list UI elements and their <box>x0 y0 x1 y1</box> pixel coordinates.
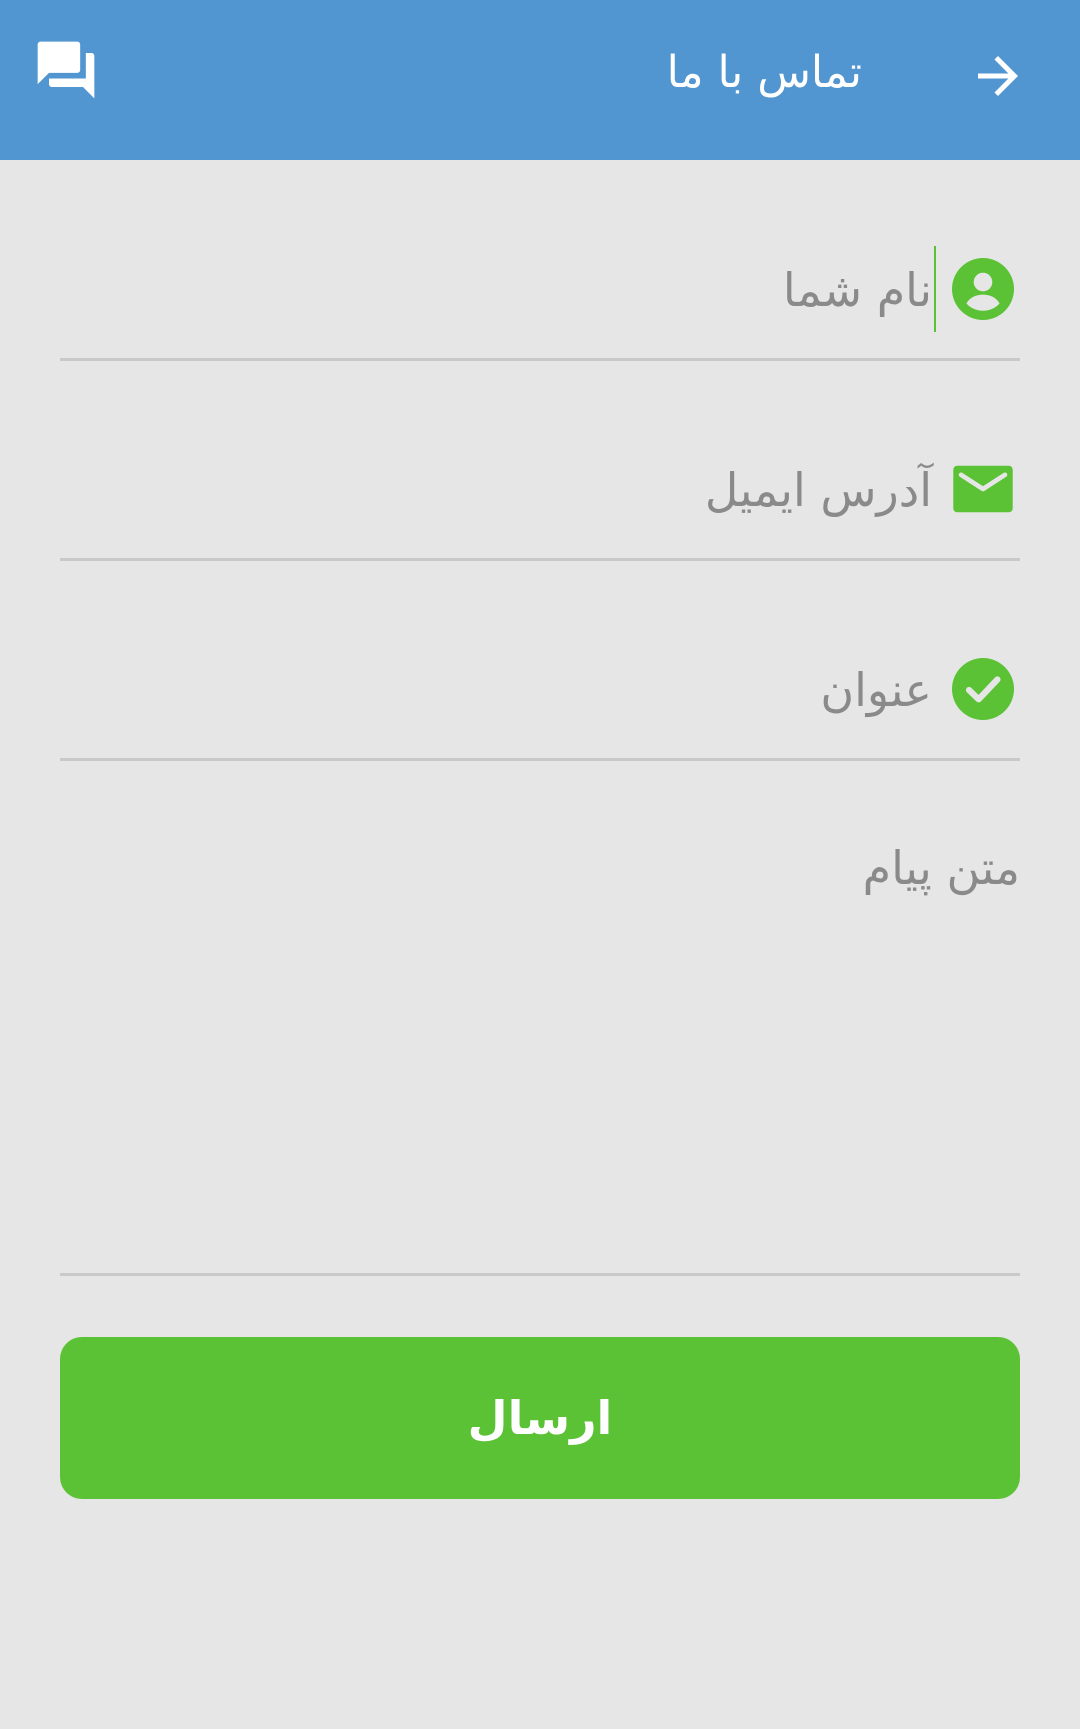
name-placeholder: نام شما <box>782 263 932 317</box>
submit-button[interactable]: ارسال <box>60 1337 1020 1499</box>
envelope-icon <box>953 465 1013 513</box>
check-circle-icon <box>952 658 1014 720</box>
back-button[interactable] <box>968 46 1028 106</box>
subject-placeholder: عنوان <box>820 663 932 717</box>
submit-label: ارسال <box>467 1391 613 1445</box>
text-cursor <box>934 246 936 332</box>
message-field[interactable]: متن پیام <box>60 820 1020 1276</box>
page-title: تماس با ما <box>666 47 862 98</box>
person-icon <box>952 258 1014 320</box>
chat-bubbles-icon <box>37 41 95 99</box>
app-bar: تماس با ما <box>0 0 1080 160</box>
arrow-right-icon <box>978 56 1018 96</box>
name-field[interactable]: نام شما <box>60 220 1020 361</box>
subject-field[interactable]: عنوان <box>60 620 1020 761</box>
email-field[interactable]: آدرس ایمیل <box>60 420 1020 561</box>
chat-button[interactable] <box>32 36 100 104</box>
message-placeholder: متن پیام <box>862 841 1020 895</box>
email-placeholder: آدرس ایمیل <box>704 463 932 517</box>
